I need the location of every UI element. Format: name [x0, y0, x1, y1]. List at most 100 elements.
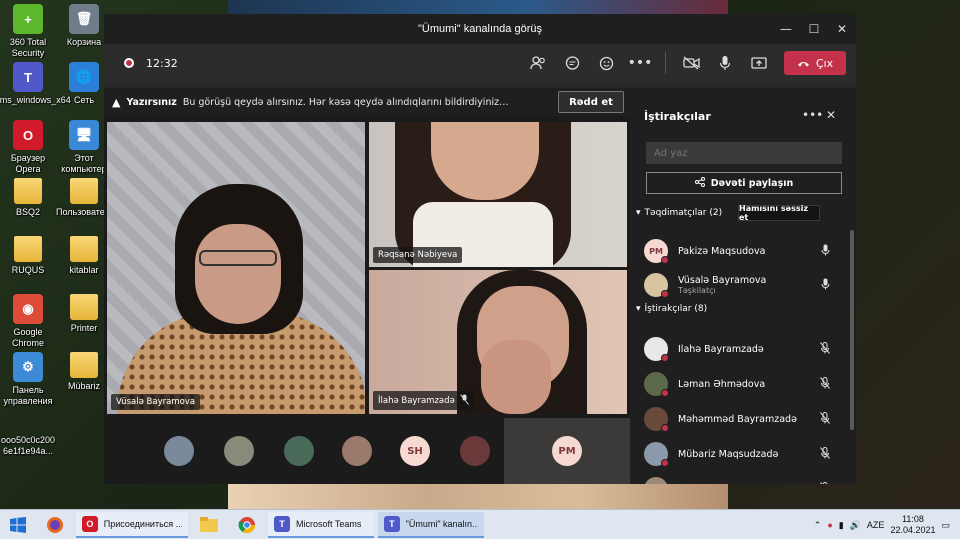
share-icon [694, 176, 705, 190]
mic-off-icon[interactable] [820, 412, 830, 427]
leave-call-button[interactable]: Çıx [784, 51, 846, 75]
desktop-shortcut[interactable]: ⚙ Панель управления [0, 352, 56, 407]
desktop-shortcut[interactable]: ◉ Google Chrome [0, 294, 56, 349]
participant-video [195, 224, 281, 324]
dismiss-button[interactable]: Rədd et [558, 91, 624, 113]
attendee-row[interactable]: Məhəmməd Bayramzadə [644, 404, 834, 434]
microphone-icon[interactable] [710, 48, 740, 78]
presenter-row[interactable]: Vüsalə Bayramova Təşkilatçı [644, 270, 834, 300]
presenter-row[interactable]: PM Pakizə Maqsudova [644, 236, 834, 266]
attendee-row[interactable]: İlahə Bayramzadə [644, 334, 834, 364]
notifications-icon[interactable]: ▭ [941, 520, 950, 531]
folder-icon [70, 352, 98, 378]
mic-off-icon[interactable] [820, 482, 830, 484]
chat-icon[interactable] [557, 48, 587, 78]
more-options-icon[interactable]: ••• [625, 48, 655, 78]
file-explorer-icon[interactable] [190, 510, 228, 539]
video-tile[interactable]: Vüsalə Bayramova [107, 122, 365, 414]
camera-off-icon[interactable] [676, 48, 706, 78]
chevron-up-icon[interactable]: ⌃ [814, 520, 822, 531]
recording-banner: ▲ Yazırsınız Bu görüşü qeydə alırsınız. … [104, 88, 630, 116]
avatar [644, 442, 669, 467]
chevron-down-icon: ▾ [636, 208, 641, 218]
close-icon[interactable]: ✕ [826, 108, 836, 122]
participant-name-block: Pakizə Maqsudova [678, 246, 818, 257]
presenters-label: Təqdimatçılar (2) [644, 208, 723, 218]
participant-name-block: Mübariz Maqsudzadə [678, 449, 818, 460]
reactions-icon[interactable] [591, 48, 621, 78]
avatar[interactable]: SH [400, 436, 430, 466]
participants-panel: İştirakçılar ••• ✕ Dəvəti paylaşın ▾ Təq… [630, 88, 856, 484]
desktop-shortcut-label: kitablar [69, 265, 99, 275]
taskbar-window-button[interactable]: O Присоединиться ... [76, 511, 188, 538]
close-window-button[interactable]: ✕ [828, 14, 856, 44]
avatar [644, 372, 669, 397]
mic-off-icon[interactable] [820, 377, 830, 392]
status-badge [661, 459, 669, 467]
network-icon[interactable]: ▮ [839, 520, 844, 531]
attendee-row[interactable]: Ləman Əhmədova [644, 369, 834, 399]
video-tile[interactable]: Rəqsanə Nəbiyeva [369, 122, 627, 267]
microphone-icon[interactable] [821, 278, 830, 293]
window-title: "Ümumi" kanalında görüş [418, 23, 542, 35]
taskbar-window-label: Microsoft Teams [296, 518, 362, 529]
taskbar-window-button[interactable]: T "Ümumi" kanalın... [378, 511, 484, 538]
avatar[interactable] [224, 436, 254, 466]
desktop-shortcut[interactable]: BSQ2 [0, 178, 56, 218]
firefox-icon[interactable] [36, 510, 74, 539]
antivirus-icon[interactable]: ● [827, 520, 832, 530]
folder-icon [14, 236, 42, 262]
desktop-shortcut-label: 360 Total Security [9, 37, 47, 58]
scrollbar[interactable] [850, 230, 854, 430]
avatar[interactable] [164, 436, 194, 466]
video-tile[interactable]: İlahə Bayramzadə [369, 270, 627, 414]
warning-icon: ▲ [112, 95, 121, 109]
share-screen-icon[interactable] [744, 48, 774, 78]
desktop-shortcut[interactable]: TTeams_windows_x64 [0, 62, 71, 106]
panel-title: İştirakçılar [644, 110, 711, 123]
attendee-row[interactable]: Onur məhəmməd Məmmədz... [644, 474, 834, 484]
avatar[interactable] [342, 436, 372, 466]
microphone-icon[interactable] [821, 244, 830, 259]
teams-icon: T [274, 515, 290, 532]
chrome-icon[interactable] [228, 510, 266, 539]
taskbar-window-button[interactable]: T Microsoft Teams [268, 511, 374, 538]
desktop-shortcut-label: Браузер Opera [10, 153, 46, 174]
more-options-icon[interactable]: ••• [802, 108, 823, 122]
avatar [644, 273, 669, 298]
mute-all-button[interactable]: Hamısını səssiz et [738, 204, 820, 222]
clock[interactable]: 11:08 22.04.2021 [890, 514, 935, 536]
avatar[interactable] [460, 436, 490, 466]
attendees-section-header[interactable]: ▾ İştirakçılar (8) [636, 304, 707, 314]
status-badge [661, 290, 669, 298]
search-input[interactable] [646, 142, 842, 164]
app-icon: + [13, 4, 43, 34]
desktop-shortcut[interactable]: ooo50c0c200 6e1f1e94a... [0, 402, 56, 457]
desktop-shortcut[interactable]: +360 Total Security [0, 4, 56, 59]
system-tray: ⌃ ● ▮ 🔊 AZE 11:08 22.04.2021 ▭ [814, 510, 960, 539]
share-invite-button[interactable]: Dəvəti paylaşın [646, 172, 842, 194]
desktop-shortcut[interactable]: O Браузер Opera [0, 120, 56, 175]
avatar[interactable] [284, 436, 314, 466]
desktop-shortcut[interactable]: RUQUS [0, 236, 56, 276]
title-bar: "Ümumi" kanalında görüş — ☐ ✕ [104, 14, 856, 44]
participant-video [199, 250, 277, 266]
app-icon: T [13, 62, 43, 92]
attendees-label: İştirakçılar (8) [644, 304, 708, 314]
desktop-shortcut-label: Google Chrome [11, 327, 44, 348]
mic-off-icon[interactable] [820, 447, 830, 462]
attendee-row[interactable]: Mübariz Maqsudzadə [644, 439, 834, 469]
language-indicator[interactable]: AZE [867, 520, 885, 530]
presenters-section-header[interactable]: ▾ Təqdimatçılar (2) [636, 208, 722, 218]
participants-icon[interactable] [523, 48, 553, 78]
video-stage: Vüsalə Bayramova Rəqsanə Nəbiyeva İlahə … [104, 116, 630, 484]
windows-start-icon[interactable] [0, 510, 36, 539]
mic-off-icon[interactable] [820, 342, 830, 357]
minimize-button[interactable]: — [772, 14, 800, 44]
participant-name-block: Məhəmməd Bayramzadə [678, 414, 818, 425]
maximize-button[interactable]: ☐ [800, 14, 828, 44]
app-icon: 🖥 [69, 120, 99, 150]
call-timer: 12:32 [146, 56, 178, 70]
pm-avatar-tile[interactable]: PM [504, 418, 630, 484]
volume-icon[interactable]: 🔊 [850, 520, 861, 531]
